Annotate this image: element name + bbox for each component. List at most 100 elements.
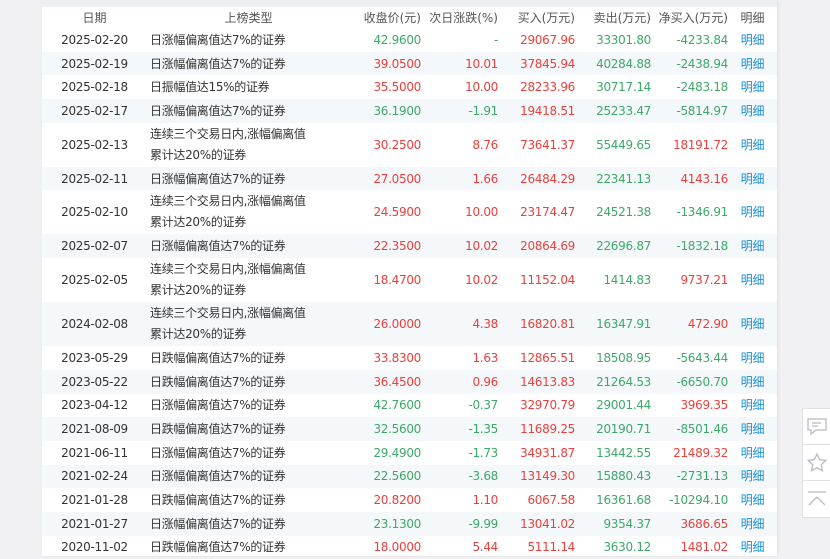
close-price-cell: 42.7600 [373,398,421,413]
table-row: 2021-01-27 日涨幅偏离值达7%的证券 23.1300 -9.99 13041.… [42,511,777,536]
detail-link[interactable]: 明细 [728,394,777,418]
net-buy-cell: -1346.91 [676,205,728,220]
close-price-cell: 30.2500 [373,137,421,152]
buy-amount-cell: 13041.02 [498,511,575,536]
sell-amount-cell: 20190.71 [575,417,651,441]
table-row: 2021-01-28 日跌幅偏离值达7%的证券 20.8200 1.10 6067.58… [42,488,777,512]
table-row: 2024-02-08 连续三个交易日内,涨幅偏离值累计达20%的证券 26.0000… [42,302,777,347]
next-day-change-cell: 0.96 [421,369,498,394]
next-day-change-cell: 10.01 [421,51,498,76]
date-cell: 2021-08-09 [42,417,147,441]
date-cell: 2023-04-12 [61,398,128,413]
close-price-cell: 26.0000 [347,302,421,347]
next-day-change-cell: -3.68 [421,464,498,489]
buy-amount-cell: 13149.30 [498,464,575,489]
date-cell: 2025-02-13 [61,137,128,152]
sell-amount-cell: 9354.37 [575,511,651,536]
buy-amount-cell: 11152.04 [520,273,575,288]
billboard-panel: 日期 上榜类型 收盘价(元) 次日涨跌(%) 买入(万元) 卖出(万元) 净买入… [42,0,777,556]
sell-amount-cell: 29001.44 [596,398,651,413]
next-day-change-cell: 10.00 [465,80,498,95]
net-buy-cell: -2483.18 [676,80,728,95]
detail-link[interactable]: 明细 [728,258,777,302]
type-cell: 日涨幅偏离值达7%的证券 [150,398,286,413]
feedback-button[interactable] [803,409,830,445]
date-cell: 2021-06-11 [61,445,128,460]
table-header: 日期 上榜类型 收盘价(元) 次日涨跌(%) 买入(万元) 卖出(万元) 净买入… [42,7,777,28]
sell-amount-cell: 18508.95 [596,350,651,365]
net-buy-cell: -1832.18 [651,234,728,259]
next-day-change-cell: -1.73 [468,445,498,460]
detail-link[interactable]: 明细 [728,369,777,394]
sell-amount-cell: 30717.14 [596,80,651,95]
detail-link[interactable]: 明细 [728,75,777,99]
date-cell: 2020-11-02 [61,540,128,555]
detail-link[interactable]: 明细 [728,302,777,347]
type-cell: 连续三个交易日内,涨幅偏离值累计达20%的证券 [150,126,306,162]
header-detail: 明细 [740,11,765,25]
date-cell: 2025-02-18 [61,80,128,95]
favorite-button[interactable] [803,445,830,481]
type-cell: 连续三个交易日内,涨幅偏离值累计达20%的证券 [150,262,306,298]
detail-link[interactable]: 明细 [728,190,777,234]
type-cell: 连续三个交易日内,涨幅偏离值累计达20%的证券 [147,302,347,347]
back-to-top-button[interactable] [803,481,830,517]
detail-link[interactable]: 明细 [728,441,777,465]
detail-link[interactable]: 明细 [728,234,777,259]
sell-amount-cell: 24521.38 [596,205,651,220]
detail-link[interactable]: 明细 [728,536,777,559]
header-date: 日期 [82,11,107,25]
sell-amount-cell: 16347.91 [575,302,651,347]
comment-icon [807,417,827,435]
detail-link[interactable]: 明细 [728,99,777,123]
type-cell: 连续三个交易日内,涨幅偏离值累计达20%的证券 [150,194,306,230]
close-price-cell: 32.5600 [347,417,421,441]
sell-amount-cell: 15880.43 [575,464,651,489]
date-cell: 2021-01-27 [42,511,147,536]
buy-amount-cell: 11689.25 [498,417,575,441]
close-price-cell: 36.1900 [347,99,421,123]
net-buy-cell: -6650.70 [651,369,728,394]
detail-link[interactable]: 明细 [728,28,777,52]
next-day-change-cell: 5.44 [472,540,498,555]
table-row: 2020-11-02 日跌幅偏离值达7%的证券 18.0000 5.44 5111.14… [42,536,777,559]
type-cell: 日涨幅偏离值达7%的证券 [147,51,347,76]
table-row: 2025-02-05 连续三个交易日内,涨幅偏离值累计达20%的证券 18.4700… [42,258,777,302]
next-day-change-cell: -1.35 [421,417,498,441]
header-next-change: 次日涨跌(%) [429,11,498,25]
date-cell: 2021-01-28 [61,493,128,508]
buy-amount-cell: 16820.81 [498,302,575,347]
buy-amount-cell: 6067.58 [527,493,575,508]
type-cell: 日涨幅偏离值达7%的证券 [150,32,286,47]
detail-link[interactable]: 明细 [728,166,777,191]
table-row: 2025-02-07 日涨幅偏离值达7%的证券 22.3500 10.02 20864.… [42,234,777,259]
close-price-cell: 35.5000 [373,80,421,95]
table-row: 2025-02-19 日涨幅偏离值达7%的证券 39.0500 10.01 37845.… [42,51,777,76]
type-cell: 日跌幅偏离值达7%的证券 [147,369,347,394]
table-row: 2021-06-11 日涨幅偏离值达7%的证券 29.4900 -1.73 34931.… [42,441,777,465]
detail-link[interactable]: 明细 [728,123,777,167]
detail-link[interactable]: 明细 [728,464,777,489]
table-row: 2021-08-09 日跌幅偏离值达7%的证券 32.5600 -1.35 11689.… [42,417,777,441]
detail-link[interactable]: 明细 [728,51,777,76]
buy-amount-cell: 14613.83 [498,369,575,394]
next-day-change-cell: 1.63 [472,350,498,365]
next-day-change-cell: 10.00 [465,205,498,220]
type-cell: 日涨幅偏离值达7%的证券 [147,234,347,259]
sell-amount-cell: 16361.68 [596,493,651,508]
table-row: 2025-02-18 日振幅值达15%的证券 35.5000 10.00 28233.9… [42,75,777,99]
type-cell: 日涨幅偏离值达7%的证券 [150,445,286,460]
close-price-cell: 23.1300 [347,511,421,536]
buy-amount-cell: 34931.87 [520,445,575,460]
header-sell: 卖出(万元) [593,11,651,25]
header-close: 收盘价(元) [363,11,421,25]
detail-link[interactable]: 明细 [728,511,777,536]
next-day-change-cell: 8.76 [472,137,498,152]
detail-link[interactable]: 明细 [728,488,777,512]
net-buy-cell: 9737.21 [680,273,728,288]
close-price-cell: 42.9600 [373,32,421,47]
detail-link[interactable]: 明细 [728,417,777,441]
buy-amount-cell: 32970.79 [520,398,575,413]
net-buy-cell: 21489.32 [673,445,728,460]
detail-link[interactable]: 明细 [728,346,777,370]
